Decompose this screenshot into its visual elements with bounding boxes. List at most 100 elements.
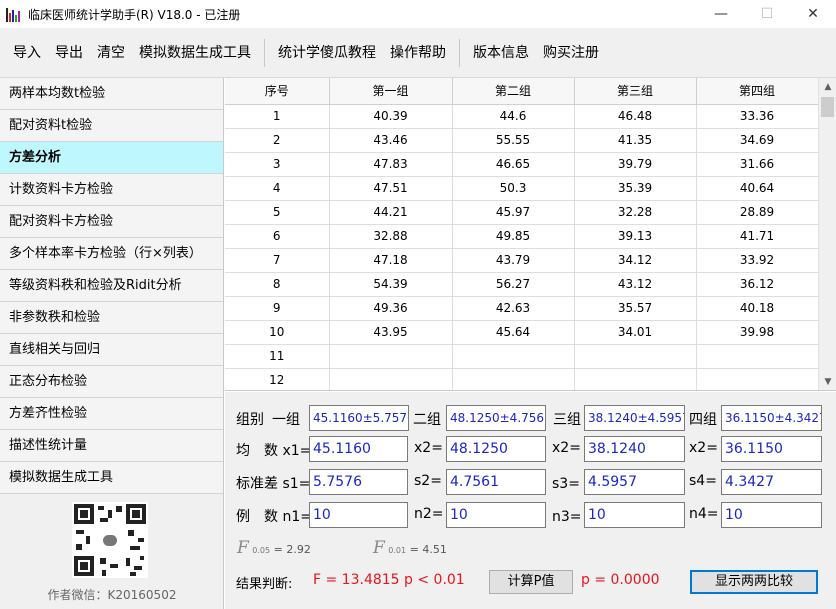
mean-2-field[interactable]: 48.1250 (446, 436, 546, 462)
cell-group-1[interactable]: 47.51 (329, 176, 453, 201)
sidebar-item-anova[interactable]: 方差分析 (0, 142, 223, 174)
cell-group-1[interactable]: 40.39 (329, 104, 453, 129)
group-3-summary-field[interactable]: 38.1240±4.5957 (584, 405, 685, 431)
table-row[interactable]: 10 43.95 45.64 34.01 39.98 (225, 320, 819, 345)
cell-group-2[interactable]: 42.63 (452, 296, 575, 321)
table-row[interactable]: 12 (225, 368, 819, 390)
cell-group-4[interactable]: 40.64 (696, 176, 819, 201)
cell-group-3[interactable]: 34.01 (574, 320, 697, 345)
cell-group-4[interactable] (696, 368, 819, 390)
cell-group-3[interactable]: 32.28 (574, 200, 697, 225)
mean-1-field[interactable]: 45.1160 (309, 436, 408, 462)
sidebar-item-two-sample-t-test[interactable]: 两样本均数t检验 (0, 78, 223, 110)
cell-group-4[interactable]: 41.71 (696, 224, 819, 249)
cell-group-4[interactable]: 34.69 (696, 128, 819, 153)
cell-group-3[interactable]: 35.39 (574, 176, 697, 201)
cell-group-4[interactable]: 31.66 (696, 152, 819, 177)
cell-group-1[interactable]: 32.88 (329, 224, 453, 249)
sidebar-item-ridit[interactable]: 等级资料秩和检验及Ridit分析 (0, 270, 223, 302)
cell-group-2[interactable]: 45.64 (452, 320, 575, 345)
cell-index[interactable]: 4 (225, 176, 330, 201)
cell-group-3[interactable]: 41.35 (574, 128, 697, 153)
sidebar-item-normality[interactable]: 正态分布检验 (0, 366, 223, 398)
cell-index[interactable]: 8 (225, 272, 330, 297)
cell-index[interactable]: 7 (225, 248, 330, 273)
cell-index[interactable]: 5 (225, 200, 330, 225)
table-row[interactable]: 6 32.88 49.85 39.13 41.71 (225, 224, 819, 249)
cell-group-4[interactable]: 40.18 (696, 296, 819, 321)
column-header-group-3[interactable]: 第三组 (574, 78, 697, 105)
cell-group-3[interactable] (574, 344, 697, 369)
column-header-index[interactable]: 序号 (225, 78, 330, 105)
cell-group-3[interactable]: 43.12 (574, 272, 697, 297)
menu-version-info[interactable]: 版本信息 (466, 38, 536, 68)
cell-group-2[interactable]: 46.65 (452, 152, 575, 177)
n-1-field[interactable]: 10 (309, 502, 408, 528)
sd-3-field[interactable]: 4.5957 (584, 469, 685, 495)
cell-group-1[interactable] (329, 344, 453, 369)
table-row[interactable]: 9 49.36 42.63 35.57 40.18 (225, 296, 819, 321)
minimize-button[interactable]: — (698, 0, 744, 28)
menu-import[interactable]: 导入 (6, 38, 48, 68)
cell-group-1[interactable]: 49.36 (329, 296, 453, 321)
sidebar-item-paired-chi-square[interactable]: 配对资料卡方检验 (0, 206, 223, 238)
column-header-group-4[interactable]: 第四组 (696, 78, 819, 105)
cell-index[interactable]: 11 (225, 344, 330, 369)
cell-index[interactable]: 1 (225, 104, 330, 129)
cell-group-4[interactable]: 33.92 (696, 248, 819, 273)
vertical-scrollbar[interactable]: ▲ ▼ (818, 78, 836, 390)
column-header-group-1[interactable]: 第一组 (329, 78, 453, 105)
cell-group-1[interactable]: 47.83 (329, 152, 453, 177)
table-row[interactable]: 3 47.83 46.65 39.79 31.66 (225, 152, 819, 177)
table-row[interactable]: 4 47.51 50.3 35.39 40.64 (225, 176, 819, 201)
cell-group-1[interactable]: 43.95 (329, 320, 453, 345)
cell-group-3[interactable]: 34.12 (574, 248, 697, 273)
sidebar-item-rxc-chi-square[interactable]: 多个样本率卡方检验（行×列表） (0, 238, 223, 270)
cell-index[interactable]: 3 (225, 152, 330, 177)
data-grid[interactable]: 序号 第一组 第二组 第三组 第四组 1 40.39 44.6 46.48 33.36 2… (225, 78, 836, 391)
cell-group-2[interactable]: 43.79 (452, 248, 575, 273)
cell-index[interactable]: 12 (225, 368, 330, 390)
cell-group-3[interactable]: 35.57 (574, 296, 697, 321)
group-4-summary-field[interactable]: 36.1150±4.3427 (721, 405, 822, 431)
menu-clear[interactable]: 清空 (90, 38, 132, 68)
mean-4-field[interactable]: 36.1150 (721, 436, 822, 462)
cell-group-3[interactable]: 39.13 (574, 224, 697, 249)
cell-group-2[interactable]: 45.97 (452, 200, 575, 225)
menu-data-generator[interactable]: 模拟数据生成工具 (132, 38, 258, 68)
menu-export[interactable]: 导出 (48, 38, 90, 68)
table-row[interactable]: 8 54.39 56.27 43.12 36.12 (225, 272, 819, 297)
sidebar-item-regression[interactable]: 直线相关与回归 (0, 334, 223, 366)
pairwise-comparison-button[interactable]: 显示两两比较 (690, 570, 818, 594)
table-row[interactable]: 2 43.46 55.55 41.35 34.69 (225, 128, 819, 153)
cell-group-3[interactable]: 39.79 (574, 152, 697, 177)
table-row[interactable]: 1 40.39 44.6 46.48 33.36 (225, 104, 819, 129)
mean-3-field[interactable]: 38.1240 (584, 436, 685, 462)
group-1-summary-field[interactable]: 45.1160±5.7576 (309, 405, 409, 431)
cell-group-4[interactable]: 36.12 (696, 272, 819, 297)
cell-index[interactable]: 9 (225, 296, 330, 321)
cell-group-4[interactable]: 33.36 (696, 104, 819, 129)
n-2-field[interactable]: 10 (446, 502, 546, 528)
cell-group-3[interactable]: 46.48 (574, 104, 697, 129)
cell-group-4[interactable]: 39.98 (696, 320, 819, 345)
calculate-p-button[interactable]: 计算P值 (489, 570, 573, 594)
sd-4-field[interactable]: 4.3427 (721, 469, 822, 495)
menu-help[interactable]: 操作帮助 (383, 38, 453, 68)
group-2-summary-field[interactable]: 48.1250±4.7561 (446, 405, 546, 431)
cell-index[interactable]: 10 (225, 320, 330, 345)
cell-group-3[interactable] (574, 368, 697, 390)
column-header-group-2[interactable]: 第二组 (452, 78, 575, 105)
scroll-down-arrow-icon[interactable]: ▼ (819, 373, 836, 390)
cell-group-2[interactable] (452, 344, 575, 369)
cell-group-4[interactable] (696, 344, 819, 369)
cell-index[interactable]: 6 (225, 224, 330, 249)
sidebar-item-data-generator[interactable]: 模拟数据生成工具 (0, 462, 223, 494)
sidebar-item-paired-t-test[interactable]: 配对资料t检验 (0, 110, 223, 142)
scrollbar-thumb[interactable] (821, 97, 834, 117)
table-row[interactable]: 11 (225, 344, 819, 369)
cell-group-2[interactable]: 55.55 (452, 128, 575, 153)
sidebar-item-nonparametric[interactable]: 非参数秩和检验 (0, 302, 223, 334)
sd-1-field[interactable]: 5.7576 (309, 469, 408, 495)
cell-group-1[interactable]: 47.18 (329, 248, 453, 273)
